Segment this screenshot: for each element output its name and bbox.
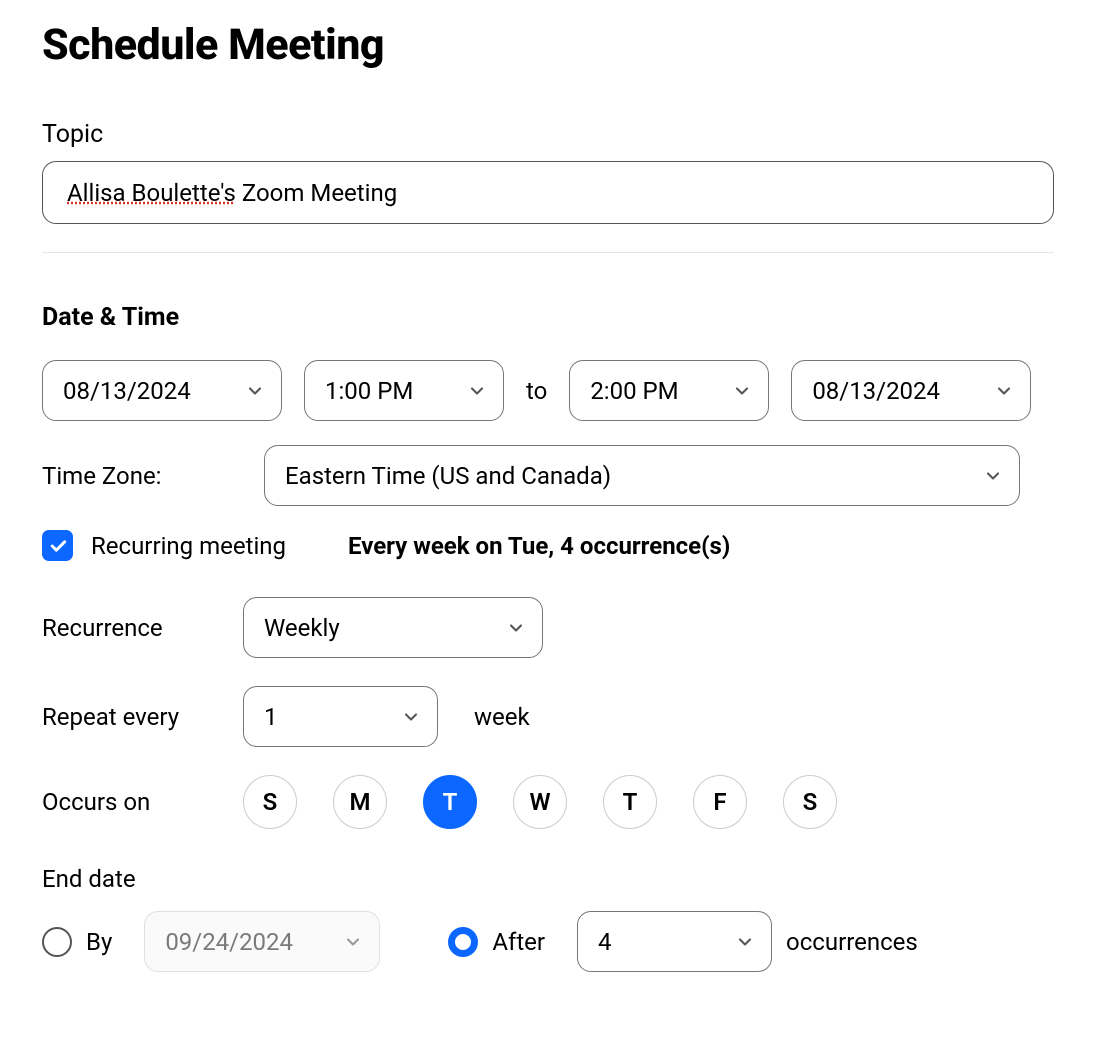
end-time-dropdown[interactable]: 2:00 PM <box>569 360 769 421</box>
chevron-down-icon <box>467 381 487 401</box>
chevron-down-icon <box>245 381 265 401</box>
end-by-date-dropdown[interactable]: 09/24/2024 <box>144 911 380 972</box>
date-time-heading: Date & Time <box>42 303 1054 332</box>
day-toggle-3[interactable]: W <box>513 775 567 829</box>
recurrence-label: Recurrence <box>42 614 217 642</box>
repeat-value-dropdown[interactable]: 1 <box>243 686 438 747</box>
day-toggle-4[interactable]: T <box>603 775 657 829</box>
end-by-radio[interactable] <box>42 927 72 957</box>
end-after-label: After <box>492 928 545 956</box>
timezone-dropdown[interactable]: Eastern Time (US and Canada) <box>264 445 1020 506</box>
recurring-checkbox[interactable] <box>42 530 73 561</box>
chevron-down-icon <box>506 618 526 638</box>
chevron-down-icon <box>994 381 1014 401</box>
end-after-value: 4 <box>598 928 612 956</box>
to-label: to <box>526 377 547 405</box>
day-toggle-5[interactable]: F <box>693 775 747 829</box>
end-after-unit: occurrences <box>786 928 918 956</box>
days-of-week: SMTWTFS <box>243 775 837 829</box>
topic-input[interactable]: Allisa Boulette's Zoom Meeting <box>42 161 1054 224</box>
start-time-value: 1:00 PM <box>325 377 413 405</box>
end-by-label: By <box>86 928 112 956</box>
end-by-date-value: 09/24/2024 <box>165 928 293 956</box>
recurring-checkbox-label: Recurring meeting <box>91 532 286 560</box>
end-time-value: 2:00 PM <box>590 377 678 405</box>
timezone-value: Eastern Time (US and Canada) <box>285 462 611 490</box>
chevron-down-icon <box>732 381 752 401</box>
start-time-dropdown[interactable]: 1:00 PM <box>304 360 504 421</box>
chevron-down-icon <box>343 932 363 952</box>
end-date-dropdown[interactable]: 08/13/2024 <box>791 360 1031 421</box>
day-toggle-6[interactable]: S <box>783 775 837 829</box>
day-toggle-2[interactable]: T <box>423 775 477 829</box>
end-date-label: End date <box>42 865 217 893</box>
repeat-label: Repeat every <box>42 703 217 731</box>
occurs-label: Occurs on <box>42 788 217 816</box>
chevron-down-icon <box>401 707 421 727</box>
chevron-down-icon <box>735 932 755 952</box>
timezone-label: Time Zone: <box>42 462 242 490</box>
repeat-value: 1 <box>264 703 278 731</box>
topic-label: Topic <box>42 120 1054 149</box>
end-date-value: 08/13/2024 <box>812 377 940 405</box>
topic-value-rest: Zoom Meeting <box>236 179 397 207</box>
divider <box>42 252 1054 253</box>
day-toggle-0[interactable]: S <box>243 775 297 829</box>
start-date-value: 08/13/2024 <box>63 377 191 405</box>
chevron-down-icon <box>983 466 1003 486</box>
end-after-value-dropdown[interactable]: 4 <box>577 911 772 972</box>
end-after-radio[interactable] <box>448 927 478 957</box>
recurrence-dropdown[interactable]: Weekly <box>243 597 543 658</box>
page-title: Schedule Meeting <box>42 20 1054 70</box>
start-date-dropdown[interactable]: 08/13/2024 <box>42 360 282 421</box>
topic-value-spellerr: Allisa Boulette's <box>67 179 236 207</box>
recurrence-value: Weekly <box>264 614 340 642</box>
recurring-summary: Every week on Tue, 4 occurrence(s) <box>348 532 730 560</box>
day-toggle-1[interactable]: M <box>333 775 387 829</box>
repeat-unit: week <box>474 703 530 731</box>
